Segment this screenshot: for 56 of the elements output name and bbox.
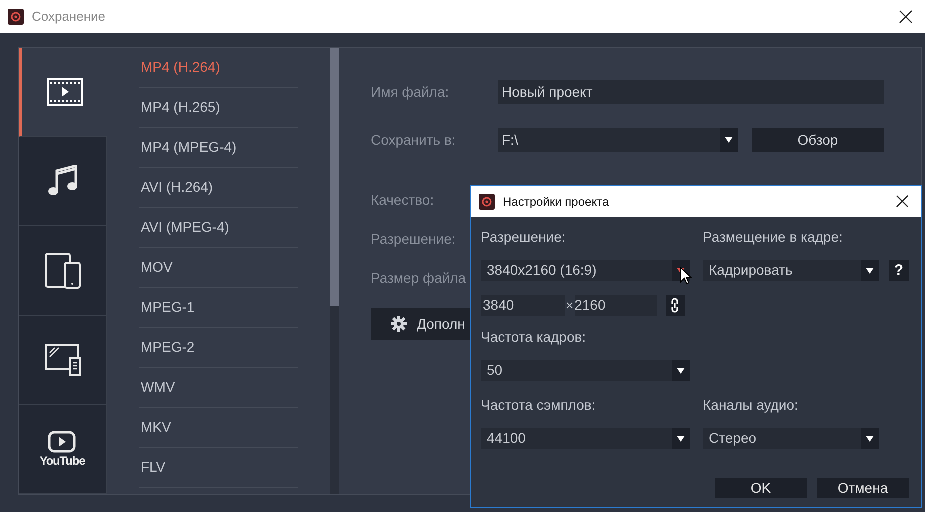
placement-dropdown[interactable]: Кадрировать	[703, 260, 879, 281]
field-label: Разрешение:	[481, 229, 567, 245]
scrollbar-thumb[interactable]	[330, 48, 339, 306]
category-tab[interactable]	[19, 226, 107, 316]
close-icon[interactable]	[896, 195, 909, 208]
file-name-field[interactable]: Новый проект	[498, 80, 884, 104]
category-tab[interactable]: YouTube	[19, 404, 107, 494]
category-tab[interactable]	[19, 316, 107, 405]
category-tab[interactable]	[19, 48, 107, 138]
play-button-icon	[48, 430, 76, 453]
height-field[interactable]: 2160	[574, 295, 657, 316]
close-icon[interactable]	[899, 10, 913, 24]
field-label: Каналы аудио:	[703, 397, 800, 413]
format-item[interactable]: MKV	[139, 408, 298, 448]
format-item[interactable]: AVI (MPEG-4)	[139, 208, 298, 248]
times-sign: ×	[565, 296, 575, 315]
width-field[interactable]: 3840	[481, 295, 565, 316]
field-label: Частота кадров:	[481, 329, 588, 345]
field-label: Частота сэмплов:	[481, 397, 597, 413]
format-item[interactable]: MOV	[139, 248, 298, 288]
youtube-label: YouTube	[40, 454, 86, 467]
dialog-button[interactable]: OK	[715, 478, 807, 498]
save-path-dropdown[interactable]: F:\	[498, 128, 738, 152]
frame-rate-dropdown[interactable]: 50	[481, 360, 690, 381]
help-button[interactable]: ?	[889, 260, 909, 281]
field-label: Разрешение:	[371, 230, 456, 249]
field-label: Имя файла:	[371, 82, 450, 102]
dialog-button[interactable]: Отмена	[817, 478, 909, 498]
format-item[interactable]: FLV	[139, 448, 298, 488]
film-icon	[46, 78, 82, 106]
field-label: Размещение в кадре:	[703, 229, 844, 245]
format-item[interactable]: MP4 (H.265)	[139, 88, 298, 128]
format-item[interactable]: MP4 (H.264)	[139, 48, 298, 88]
link-icon[interactable]	[671, 298, 680, 313]
music-note-icon	[48, 165, 78, 198]
app-logo-icon	[8, 8, 24, 24]
mouse-cursor-icon	[680, 267, 692, 285]
category-tab[interactable]	[19, 137, 107, 226]
field-label: Размер файла	[371, 269, 466, 288]
audio-channels-dropdown[interactable]: Стерео	[703, 428, 879, 449]
format-item[interactable]: MP4 (MPEG-4)	[139, 128, 298, 168]
format-item[interactable]: AVI (H.264)	[139, 168, 298, 208]
app-logo-icon	[479, 194, 495, 210]
sample-rate-dropdown[interactable]: 44100	[481, 428, 690, 449]
format-item[interactable]: MPEG-2	[139, 328, 298, 368]
tablet-phone-icon	[44, 252, 80, 288]
tv-remote-icon	[44, 344, 80, 376]
format-item[interactable]: MPEG-1	[139, 288, 298, 328]
field-label: Сохранить в:	[371, 130, 457, 150]
format-item[interactable]: WMV	[139, 368, 298, 408]
field-label: Качество:	[371, 191, 434, 210]
dialog-title: Настройки проекта	[503, 194, 610, 210]
resolution-dropdown[interactable]: 3840x2160 (16:9)	[481, 260, 690, 281]
gear-icon	[391, 316, 407, 332]
window-title: Сохранение	[32, 8, 106, 26]
browse-button[interactable]: Обзор	[752, 128, 884, 152]
